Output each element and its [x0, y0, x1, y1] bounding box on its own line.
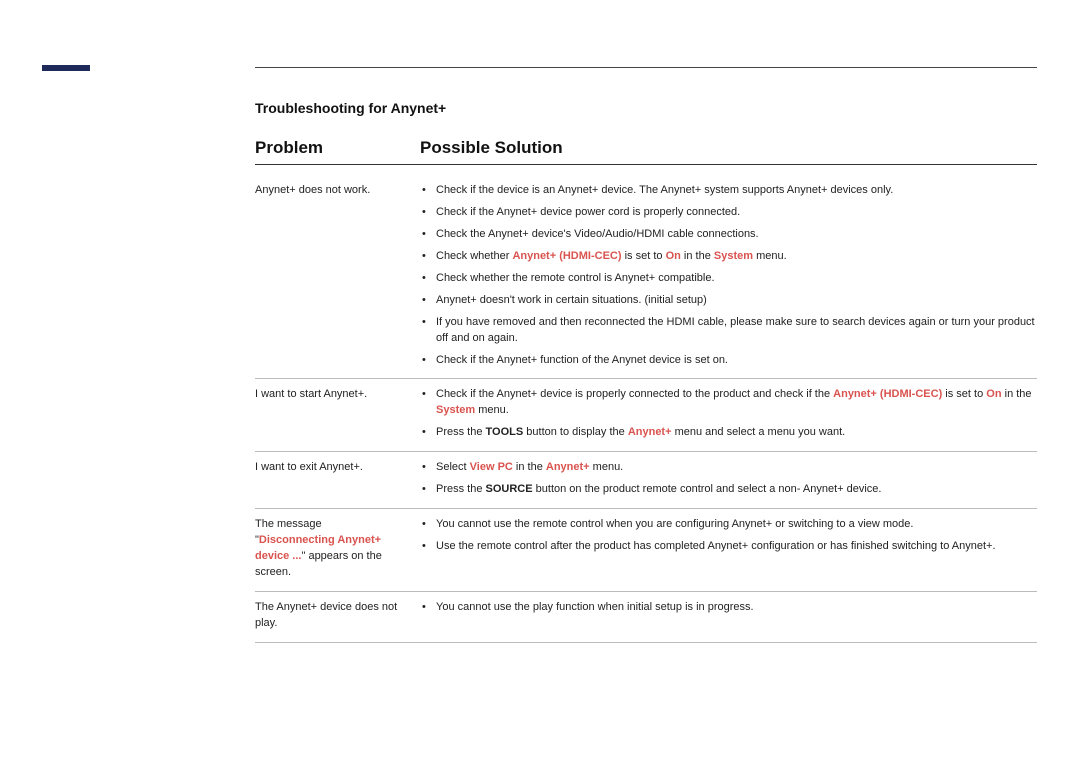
solution-list: You cannot use the play function when in… — [420, 600, 1037, 616]
table-body: Anynet+ does not work.Check if the devic… — [255, 175, 1037, 643]
table-row: The Anynet+ device does not play.You can… — [255, 592, 1037, 643]
accent-bar — [42, 65, 90, 71]
solution-item: Check if the Anynet+ device power cord i… — [420, 205, 1037, 221]
solution-item: Check whether Anynet+ (HDMI-CEC) is set … — [420, 249, 1037, 265]
problem-cell: Anynet+ does not work. — [255, 183, 420, 368]
table-headers: Problem Possible Solution — [255, 138, 1037, 165]
solution-cell: Check if the Anynet+ device is properly … — [420, 387, 1037, 441]
solution-list: Check if the device is an Anynet+ device… — [420, 183, 1037, 368]
content-area: Troubleshooting for Anynet+ Problem Poss… — [255, 100, 1037, 643]
table-row: Anynet+ does not work.Check if the devic… — [255, 175, 1037, 379]
problem-cell: The Anynet+ device does not play. — [255, 600, 420, 632]
solution-cell: Select View PC in the Anynet+ menu. Press… — [420, 460, 1037, 498]
page: Troubleshooting for Anynet+ Problem Poss… — [0, 0, 1080, 763]
solution-item: Press the TOOLS button to display the An… — [420, 425, 1037, 441]
section-title: Troubleshooting for Anynet+ — [255, 100, 1037, 116]
solution-item: Check if the Anynet+ device is properly … — [420, 387, 1037, 419]
solution-item: Check if the device is an Anynet+ device… — [420, 183, 1037, 199]
solution-item: You cannot use the remote control when y… — [420, 517, 1037, 533]
solution-item: Press the SOURCE button on the product r… — [420, 482, 1037, 498]
solution-item: If you have removed and then reconnected… — [420, 315, 1037, 347]
top-rule — [255, 67, 1037, 68]
solution-item: Check the Anynet+ device's Video/Audio/H… — [420, 227, 1037, 243]
table-row: The message "Disconnecting Anynet+ devic… — [255, 509, 1037, 592]
table-row: I want to start Anynet+.Check if the Any… — [255, 379, 1037, 452]
solution-cell: Check if the device is an Anynet+ device… — [420, 183, 1037, 368]
solution-list: You cannot use the remote control when y… — [420, 517, 1037, 555]
solution-list: Check if the Anynet+ device is properly … — [420, 387, 1037, 441]
solution-item: Use the remote control after the product… — [420, 539, 1037, 555]
problem-cell: I want to start Anynet+. — [255, 387, 420, 441]
solution-item: You cannot use the play function when in… — [420, 600, 1037, 616]
problem-cell: The message "Disconnecting Anynet+ devic… — [255, 517, 420, 581]
solution-item: Check whether the remote control is Anyn… — [420, 271, 1037, 287]
solution-list: Select View PC in the Anynet+ menu. Press… — [420, 460, 1037, 498]
solution-item: Check if the Anynet+ function of the Any… — [420, 353, 1037, 369]
header-solution: Possible Solution — [420, 138, 1037, 158]
solution-item: Anynet+ doesn't work in certain situatio… — [420, 293, 1037, 309]
table-row: I want to exit Anynet+.Select View PC in… — [255, 452, 1037, 509]
solution-cell: You cannot use the play function when in… — [420, 600, 1037, 632]
solution-item: Select View PC in the Anynet+ menu. — [420, 460, 1037, 476]
problem-cell: I want to exit Anynet+. — [255, 460, 420, 498]
header-problem: Problem — [255, 138, 420, 158]
solution-cell: You cannot use the remote control when y… — [420, 517, 1037, 581]
